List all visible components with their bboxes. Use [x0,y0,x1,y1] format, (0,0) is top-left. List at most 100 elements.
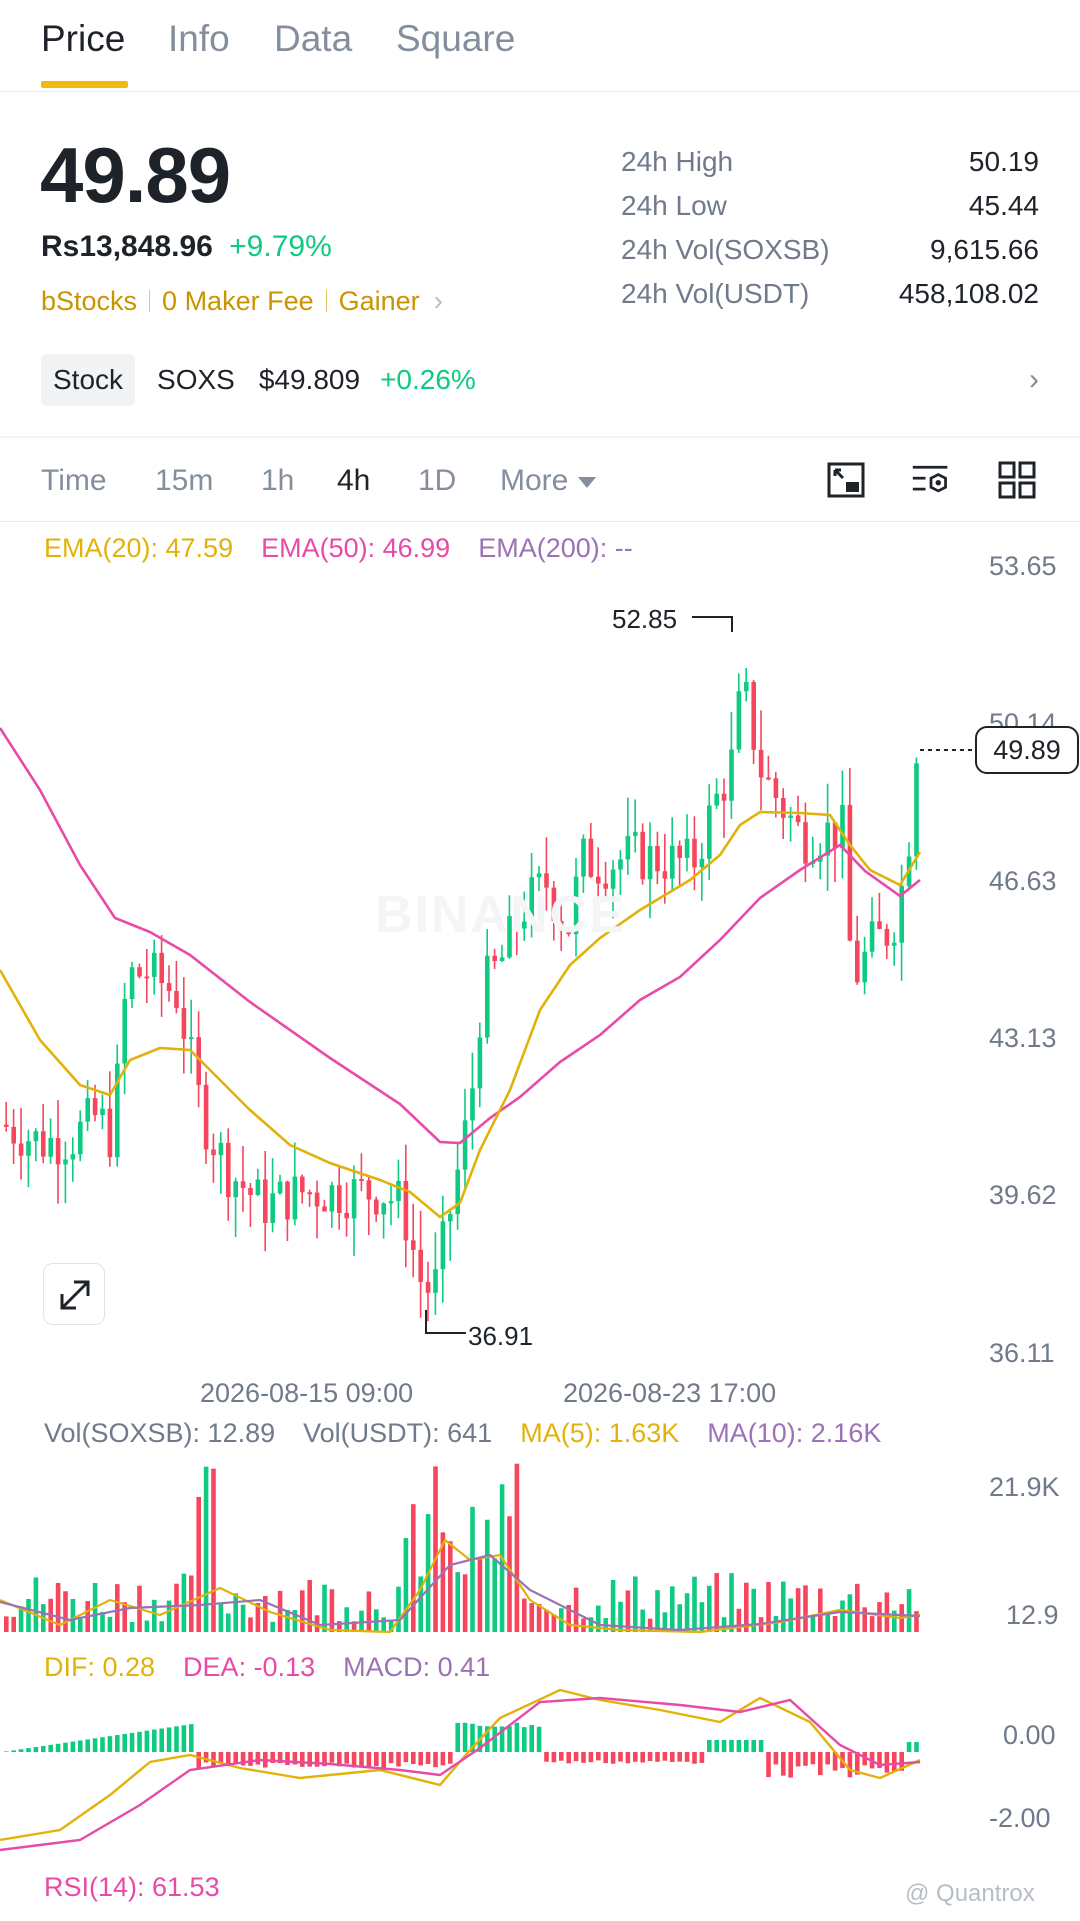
volume-bar [433,1466,438,1632]
macd-histogram-bar [144,1730,150,1752]
volume-bar [633,1576,638,1632]
volume-bar [470,1506,475,1632]
volume-bar [248,1617,253,1632]
vol-ma5-legend: MA(5): 1.63K [520,1418,680,1448]
macd-histogram-bar [226,1752,231,1765]
volume-legend: Vol(SOXSB): 12.89 Vol(USDT): 641 MA(5): … [44,1418,881,1449]
macd-histogram-bar [795,1752,801,1767]
candle-body [307,1192,312,1195]
candle-body [425,1281,431,1293]
low-price-label: 36.91 [468,1321,534,1351]
macd-histogram-bar [440,1752,446,1766]
candle-body [329,1185,335,1212]
macd-histogram-bar [448,1752,453,1764]
candle-body [470,1088,475,1121]
volume-bar [448,1541,453,1632]
candle-body [744,681,749,692]
candle-body [418,1249,423,1282]
candle-body [381,1203,386,1215]
candle-body [359,1179,364,1182]
macd-histogram-bar [26,1748,31,1752]
candle-body [847,804,853,941]
macd-legend: DIF: 0.28 DEA: -0.13 MACD: 0.41 [44,1652,490,1683]
macd-histogram-bar [729,1740,734,1752]
macd-histogram-bar [566,1752,571,1764]
volume-bar [26,1598,31,1632]
macd-histogram-bar [129,1732,135,1752]
candle-body [63,1159,68,1165]
candle-body [4,1124,9,1127]
fullscreen-button[interactable] [43,1263,105,1325]
volume-bar [189,1575,194,1632]
macd-histogram-bar [670,1752,675,1762]
macd-histogram-bar [218,1752,224,1763]
candle-body [218,1142,224,1156]
candle-body [751,681,756,750]
macd-histogram-bar [381,1752,386,1768]
vol-quote-legend: Vol(USDT): 641 [303,1418,493,1448]
macd-histogram-bar [425,1752,431,1765]
high-price-label: 52.85 [612,604,678,634]
price-chart-canvas[interactable] [0,0,1080,1921]
candle-body [855,940,860,983]
candle-body [758,749,764,778]
y-axis-label: 36.11 [989,1338,1055,1368]
volume-bar [33,1577,39,1632]
volume-bar [485,1519,490,1632]
volume-bar [736,1608,742,1632]
macd-histogram-bar [647,1752,653,1762]
candle-body [914,763,919,857]
volume-bar [684,1593,690,1632]
volume-bar [729,1573,734,1632]
candle-body [670,845,675,879]
volume-bar [122,1602,127,1632]
macd-histogram-bar [455,1722,460,1752]
macd-histogram-bar [396,1752,401,1767]
macd-histogram-bar [721,1740,727,1752]
macd-histogram-bar [610,1752,616,1764]
candle-body [26,1141,31,1156]
candle-body [433,1269,438,1293]
candle-body [596,876,601,884]
rsi-legend-value: RSI(14): 61.53 [44,1872,220,1902]
macd-histogram-bar [403,1752,409,1763]
volume-bar [11,1616,16,1632]
macd-histogram-bar [810,1752,816,1765]
macd-histogram-bar [744,1740,749,1752]
macd-histogram-bar [359,1752,364,1766]
candle-body [152,952,157,977]
macd-histogram-bar [189,1724,194,1752]
candle-body [477,1037,483,1089]
macd-histogram-bar [625,1752,631,1764]
vol-base-legend: Vol(SOXSB): 12.89 [44,1418,276,1448]
volume-bar [781,1581,786,1632]
candle-body [795,815,801,823]
candle-body [351,1179,357,1219]
volume-bar [226,1613,231,1632]
candle-body [122,999,127,1064]
volume-bar [677,1604,682,1632]
macd-histogram-bar [122,1733,127,1752]
macd-histogram-bar [788,1752,793,1778]
macd-histogram-bar [581,1752,586,1763]
macd-histogram-bar [285,1752,290,1766]
candle-body [773,778,779,799]
macd-histogram-bar [366,1752,372,1768]
volume-bar [4,1616,9,1632]
volume-bar [70,1598,76,1632]
candle-body [189,1037,194,1040]
volume-bar [277,1590,283,1632]
macd-y-label: 0.00 [1003,1720,1056,1750]
macd-histogram-bar [48,1744,53,1752]
macd-histogram-bar [115,1735,120,1752]
macd-histogram-bar [137,1731,142,1752]
candle-body [11,1126,16,1144]
candle-body [684,838,690,858]
candle-body [692,838,697,868]
macd-histogram-bar [418,1752,423,1766]
macd-histogram-bar [573,1752,579,1762]
macd-histogram-bar [825,1752,830,1765]
candle-body [226,1142,231,1198]
ema20-legend: EMA(20): 47.59 [44,533,234,563]
volume-bar [529,1603,534,1632]
